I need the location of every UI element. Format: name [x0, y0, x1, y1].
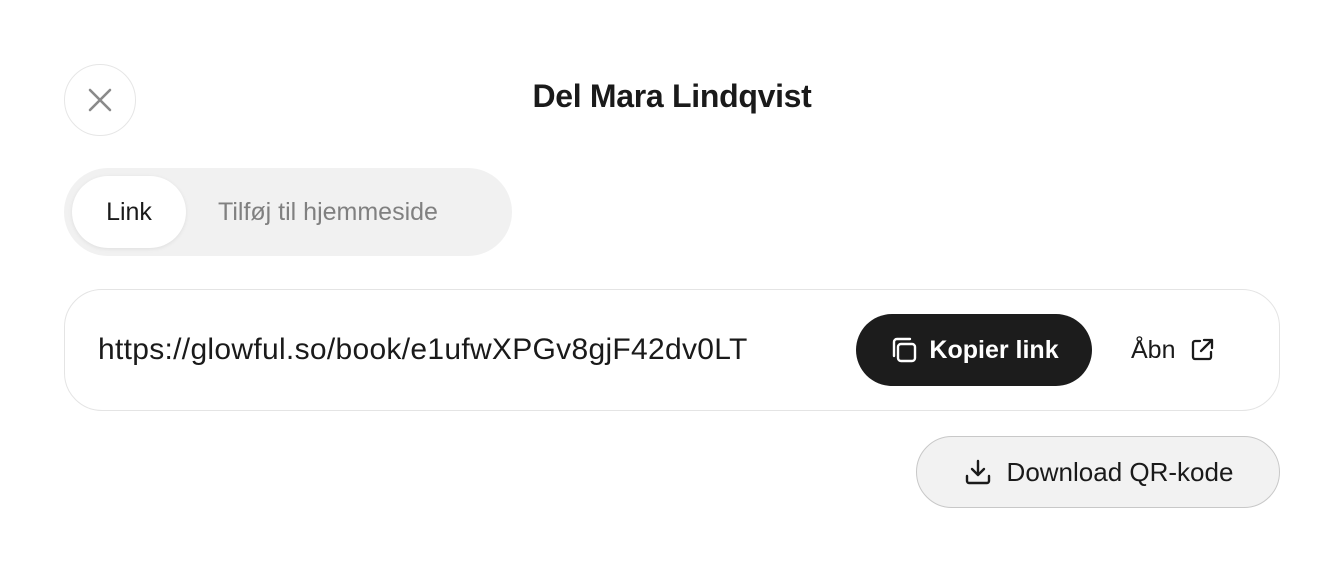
share-link-box: https://glowful.so/book/e1ufwXPGv8gjF42d… [64, 289, 1280, 411]
download-qr-button[interactable]: Download QR-kode [916, 436, 1280, 508]
open-link-button[interactable]: Åbn [1131, 314, 1215, 386]
download-icon [963, 457, 993, 487]
dialog-title: Del Mara Lindqvist [532, 78, 812, 114]
download-qr-label: Download QR-kode [1006, 456, 1234, 487]
share-tabs: Link Tilføj til hjemmeside [64, 168, 512, 256]
share-url[interactable]: https://glowful.so/book/e1ufwXPGv8gjF42d… [98, 290, 748, 409]
share-dialog: Del Mara Lindqvist Link Tilføj til hjemm… [0, 0, 1344, 572]
copy-icon [889, 335, 919, 365]
tab-link[interactable]: Link [72, 176, 186, 248]
copy-link-button[interactable]: Kopier link [856, 314, 1092, 386]
external-link-icon [1189, 337, 1215, 363]
open-link-label: Åbn [1131, 335, 1176, 364]
tab-add-to-website[interactable]: Tilføj til hjemmeside [186, 176, 470, 248]
copy-link-label: Kopier link [929, 335, 1059, 364]
